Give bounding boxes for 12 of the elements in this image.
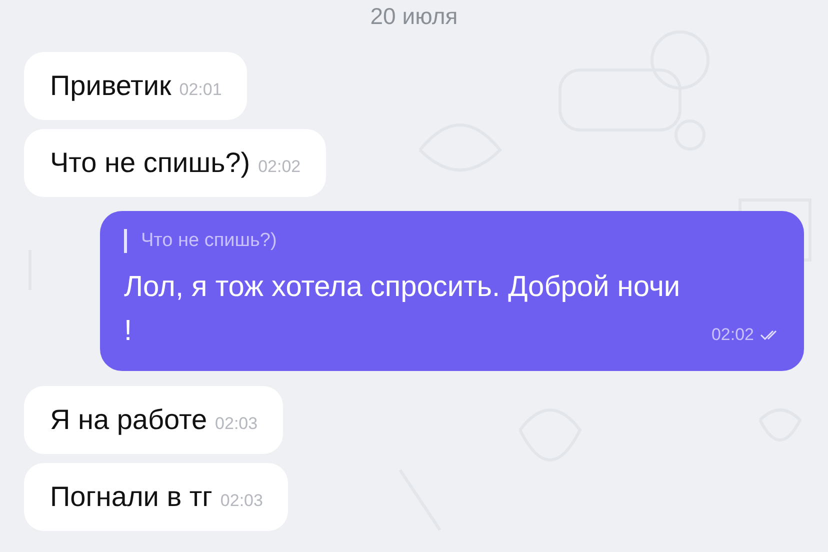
message-time: 02:03 — [215, 414, 258, 434]
message-time: 02:03 — [220, 491, 263, 511]
message-time: 02:02 — [258, 157, 301, 177]
message-text: Погнали в тг — [50, 481, 212, 513]
message-text: Я на работе — [50, 404, 208, 436]
message-text: Приветик — [50, 70, 172, 102]
date-label: 20 июля — [370, 2, 458, 30]
message-time: 02:01 — [179, 80, 222, 100]
message-text: Лол, я тож хотела спросить. Доброй ночи ! — [124, 270, 682, 349]
reply-quote: Что не спишь?) — [124, 229, 277, 253]
message-text: Что не спишь?) — [50, 147, 250, 179]
message-time: 02:02 — [711, 325, 754, 345]
